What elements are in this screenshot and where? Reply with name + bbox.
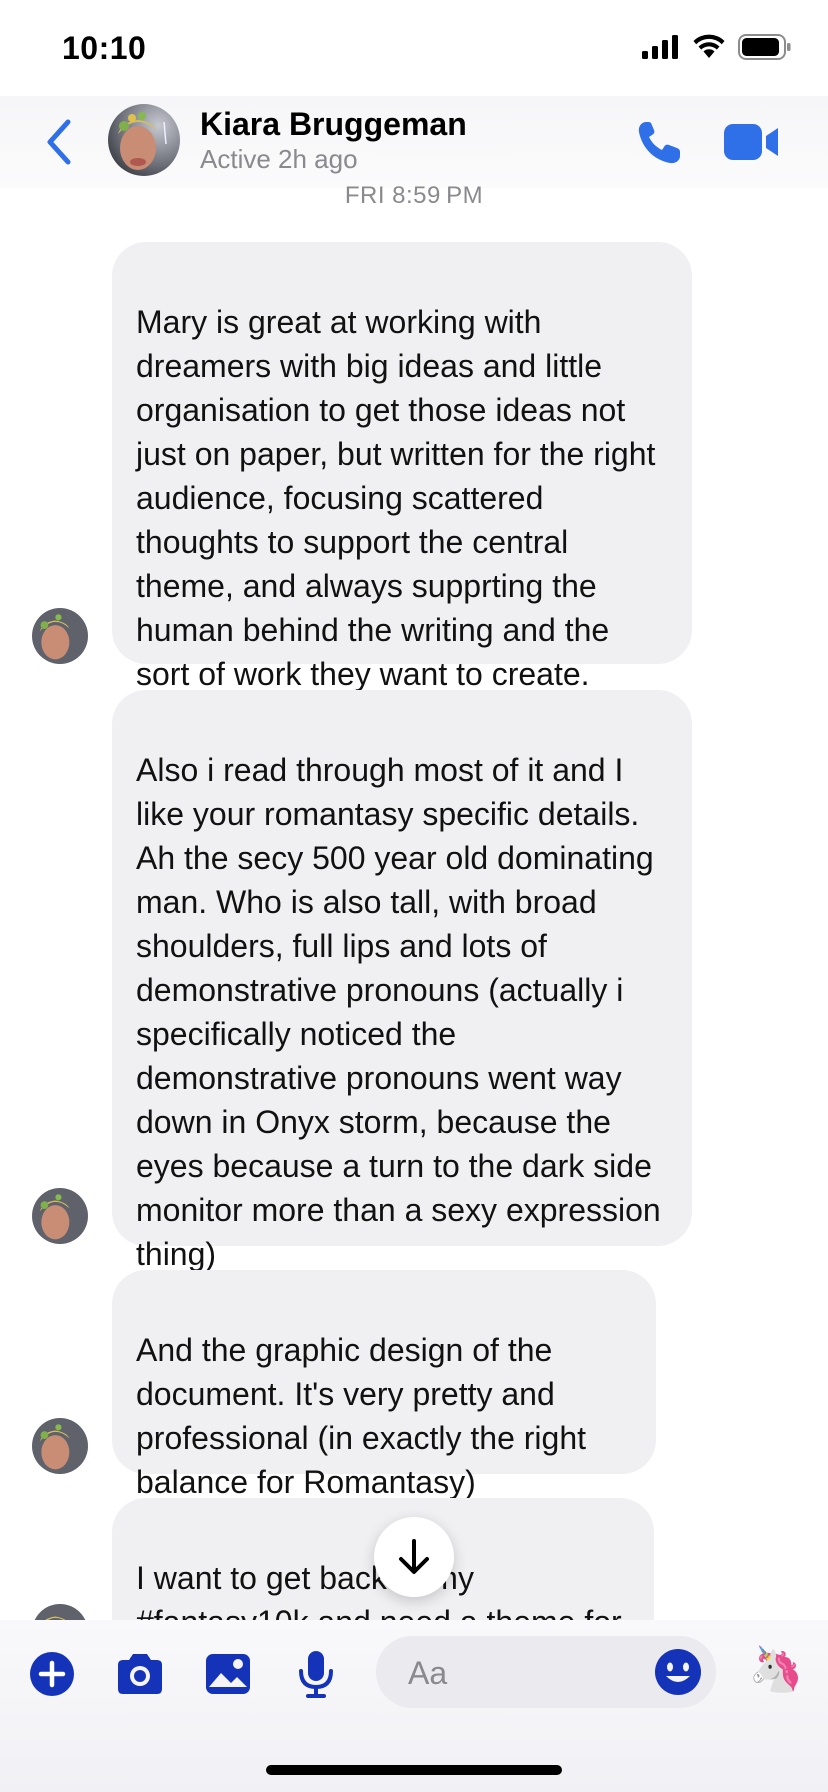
camera-icon[interactable] <box>114 1648 166 1700</box>
microphone-icon[interactable] <box>290 1648 342 1700</box>
message-bubble[interactable]: And the graphic design of the document. … <box>112 1270 656 1500</box>
status-bar: 10:10 <box>0 0 828 100</box>
contact-name[interactable]: Kiara Bruggeman <box>200 106 467 143</box>
message-text: Also i read through most of it and I lik… <box>136 752 661 1272</box>
phone-icon[interactable] <box>632 116 686 170</box>
message-input-box[interactable] <box>376 1636 716 1708</box>
message-bubble[interactable]: Also i read through most of it and I lik… <box>112 690 692 1272</box>
status-time: 10:10 <box>62 30 147 66</box>
wifi-icon <box>693 34 725 58</box>
sender-avatar[interactable] <box>32 1188 88 1244</box>
sender-avatar[interactable] <box>32 1418 88 1474</box>
message-text: Mary is great at working with dreamers w… <box>136 304 656 692</box>
cellular-signal-icon <box>642 35 678 59</box>
unicorn-icon[interactable]: 🦄 <box>748 1642 804 1698</box>
sender-avatar[interactable] <box>32 608 88 664</box>
contact-avatar[interactable] <box>108 104 180 176</box>
smiley-icon[interactable] <box>652 1646 704 1698</box>
message-timestamp: FRI 8:59 PM <box>344 182 484 209</box>
back-chevron-icon[interactable] <box>40 116 80 168</box>
message-bubble[interactable]: Mary is great at working with dreamers w… <box>112 242 692 692</box>
scroll-to-bottom-button[interactable] <box>374 1517 454 1597</box>
battery-icon <box>738 34 791 60</box>
home-indicator <box>266 1765 562 1775</box>
gallery-icon[interactable] <box>202 1648 254 1700</box>
message-text: And the graphic design of the document. … <box>136 1332 586 1500</box>
contact-active-status: Active 2h ago <box>200 144 358 174</box>
plus-icon[interactable] <box>26 1648 78 1700</box>
message-input[interactable] <box>406 1650 630 1696</box>
conversation-header: Kiara Bruggeman Active 2h ago <box>0 96 828 188</box>
arrow-down-icon <box>399 1539 429 1574</box>
video-call-icon[interactable] <box>722 120 780 164</box>
status-icons <box>642 34 792 60</box>
